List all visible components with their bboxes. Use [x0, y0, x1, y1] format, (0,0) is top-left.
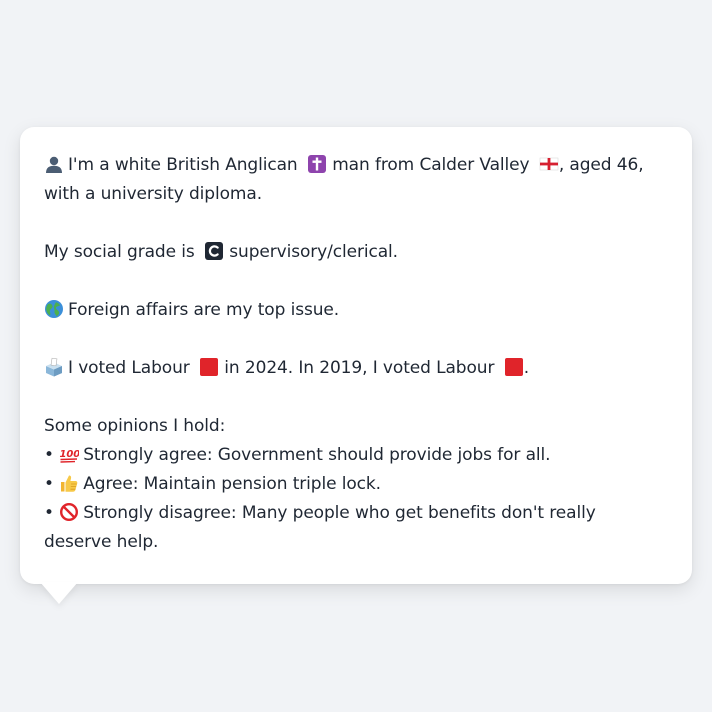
social-grade-prefix: My social grade is — [44, 242, 195, 262]
red-square-icon — [504, 357, 524, 377]
hundred-points-icon: 100 — [59, 444, 79, 464]
opinions-heading: Some opinions I hold: — [44, 416, 226, 436]
red-square-icon — [199, 357, 219, 377]
identity-text-1: I'm a white British Anglican — [68, 155, 298, 175]
votes-text-2: in 2024. In 2019, I voted Labour — [224, 358, 495, 378]
bubble-tail — [40, 582, 78, 604]
person-silhouette-icon — [44, 154, 64, 174]
identity-text-2: man from Calder Valley — [332, 155, 530, 175]
opinion-stance: Agree — [83, 474, 133, 494]
opinion-item: • Agree: Maintain pension triple lock. — [44, 473, 381, 494]
ballot-box-icon — [44, 357, 64, 377]
latin-cross-icon — [307, 154, 327, 174]
top-issue-paragraph: Foreign affairs are my top issue. — [44, 296, 668, 325]
votes-paragraph: I voted Labour in 2024. In 2019, I voted… — [44, 354, 668, 383]
identity-paragraph: I'm a white British Anglican man from Ca… — [44, 151, 668, 209]
social-grade-paragraph: My social grade is supervisory/clerical. — [44, 238, 668, 267]
prohibited-icon — [59, 502, 79, 522]
votes-text-3: . — [523, 358, 529, 378]
social-grade-value: supervisory/clerical. — [229, 242, 398, 262]
opinion-item: • 100 Strongly agree: Government should p… — [44, 444, 551, 465]
opinion-stance: Strongly disagree — [83, 503, 231, 523]
opinion-item: • Strongly disagree: Many people who get… — [44, 502, 596, 552]
top-issue-text: Foreign affairs are my top issue. — [68, 300, 340, 320]
chat-message-bubble: I'm a white British Anglican man from Ca… — [20, 127, 692, 584]
votes-text-1: I voted Labour — [68, 358, 190, 378]
england-flag-icon — [539, 154, 559, 174]
opinion-text: Maintain pension triple lock. — [143, 474, 381, 494]
opinions-paragraph: Some opinions I hold: • 100 Strongly agre… — [44, 412, 668, 557]
opinion-text: Government should provide jobs for all. — [217, 445, 551, 465]
opinion-stance: Strongly agree — [83, 445, 207, 465]
thumbs-up-icon — [59, 473, 79, 493]
letter-c-icon — [204, 241, 224, 261]
globe-icon — [44, 299, 64, 319]
